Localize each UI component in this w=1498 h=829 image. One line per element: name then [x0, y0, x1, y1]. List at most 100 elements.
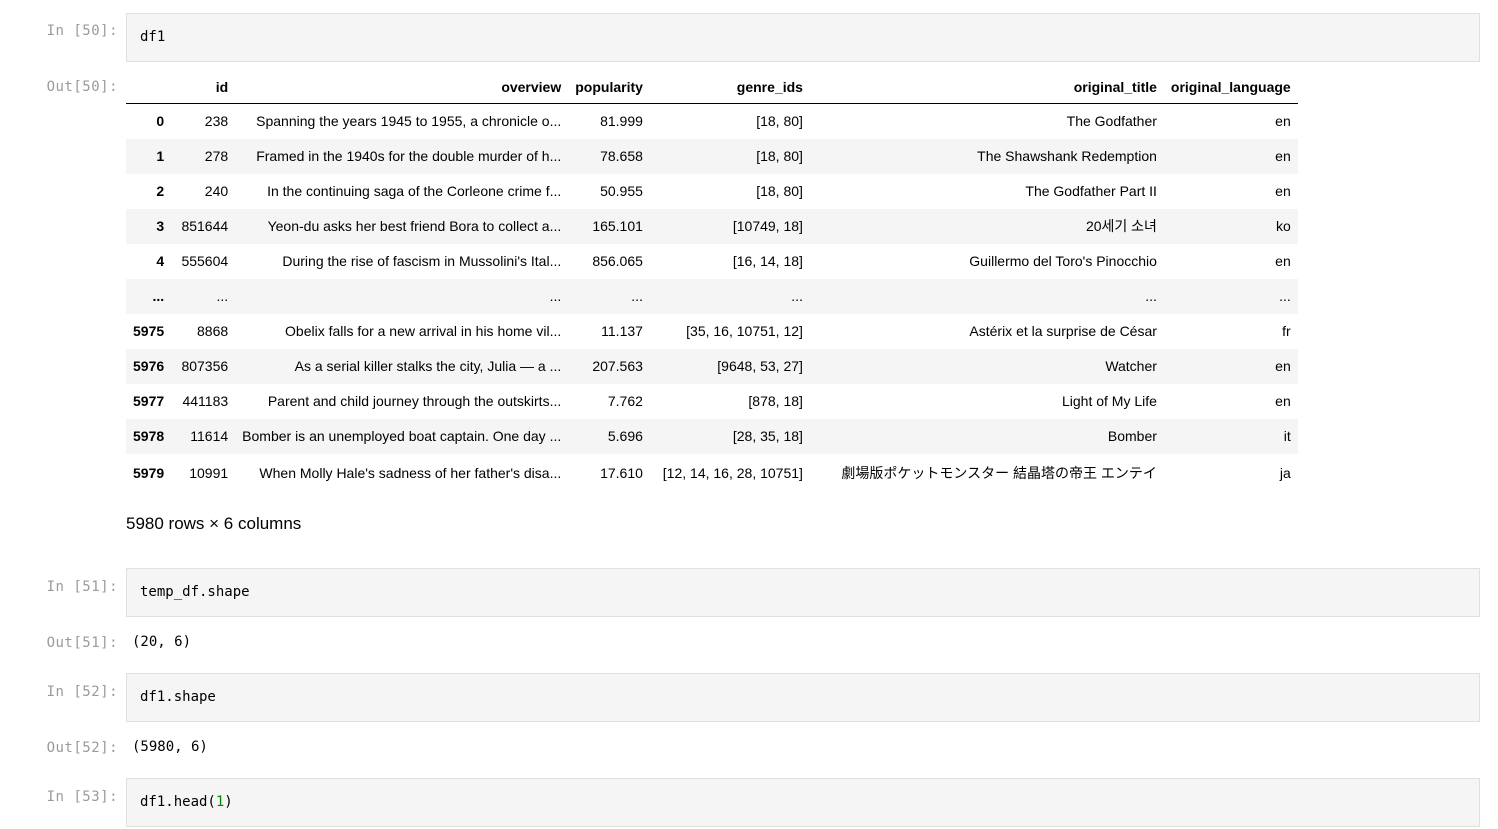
cell-popularity: 50.955	[600, 183, 643, 199]
cell-original-title: 20세기 소녀	[1085, 218, 1157, 234]
cell-overview: As a serial killer stalks the city, Juli…	[294, 358, 562, 374]
cell-overview: Spanning the years 1945 to 1955, a chron…	[256, 113, 562, 130]
header-row: id overview popularity genre_ids origina…	[126, 71, 1298, 104]
code-text: df1.head(1)	[140, 794, 233, 810]
cell-original-title: 劇場版ポケットモンスター 結晶塔の帝王 エンテイ	[841, 464, 1157, 481]
index-header	[126, 71, 172, 104]
code-cell-52[interactable]: df1.shape	[126, 673, 1480, 722]
cell-popularity: 207.563	[592, 358, 643, 374]
cell-overview: Obelix falls for a new arrival in his ho…	[285, 323, 562, 339]
cell-original-title: The Shawshank Redemption	[977, 148, 1157, 164]
cell-overview: ...	[549, 288, 562, 304]
row-index: 5977	[133, 393, 165, 409]
cell-genre-ids: [9648, 53, 27]	[717, 358, 803, 374]
cell-genre-ids: [35, 16, 10751, 12]	[686, 323, 803, 339]
cell-original-title: The Godfather	[1066, 113, 1157, 130]
cell-overview: Framed in the 1940s for the double murde…	[256, 148, 562, 164]
cell-original-language: fr	[1282, 323, 1291, 339]
cell-popularity: 17.610	[600, 464, 643, 481]
cell-popularity: 7.762	[607, 393, 643, 409]
row-index: 5975	[133, 323, 165, 339]
row-index: 4	[156, 253, 165, 269]
code-cell-50[interactable]: df1	[126, 13, 1480, 62]
cell-popularity: 11.137	[601, 323, 643, 339]
table-row: 0 238 Spanning the years 1945 to 1955, a…	[126, 104, 1298, 139]
column-header-original-title: original_title	[809, 71, 1164, 104]
cell-original-title: The Godfather Part II	[1025, 183, 1157, 199]
output-text-51: (20, 6)	[132, 634, 192, 650]
cell-id: 441183	[182, 393, 229, 409]
table-row: 1 278 Framed in the 1940s for the double…	[126, 138, 1298, 174]
cell-original-language: ja	[1279, 464, 1291, 481]
cell-original-title: Bomber	[1107, 428, 1157, 444]
cell-original-title: Light of My Life	[1061, 393, 1157, 409]
cell-id: 8868	[197, 323, 229, 339]
cell-genre-ids: [18, 80]	[756, 183, 803, 199]
cell-id: 240	[204, 183, 229, 199]
cell-genre-ids: [18, 80]	[756, 148, 803, 164]
cell-popularity: 5.696	[607, 428, 643, 444]
cell-genre-ids: ...	[791, 288, 803, 304]
row-index: 1	[156, 148, 165, 164]
cell-original-title: Watcher	[1105, 358, 1157, 374]
cell-id: 851644	[181, 218, 229, 234]
cell-original-language: en	[1275, 183, 1291, 199]
cell-genre-ids: [28, 35, 18]	[732, 428, 803, 444]
cell-original-language: en	[1275, 253, 1291, 269]
cell-id: 11614	[190, 428, 229, 444]
cell-popularity: 165.101	[592, 218, 643, 234]
cell-id: 278	[204, 148, 229, 164]
cell-popularity: ...	[631, 288, 643, 304]
cell-original-language: en	[1275, 148, 1291, 164]
code-text: df1	[140, 29, 166, 45]
cell-overview: Yeon-du asks her best friend Bora to col…	[267, 218, 562, 234]
cell-genre-ids: [10749, 18]	[732, 218, 803, 234]
cell-original-title: Guillermo del Toro's Pinocchio	[969, 253, 1157, 269]
input-prompt-51: In [51]:	[46, 579, 118, 595]
cell-original-language: en	[1275, 358, 1291, 374]
cell-id: 238	[204, 113, 229, 130]
cell-overview: In the continuing saga of the Corleone c…	[267, 183, 562, 199]
cell-overview: When Molly Hale's sadness of her father'…	[259, 464, 562, 481]
table-row: 4 555604 During the rise of fascism in M…	[126, 244, 1298, 279]
cell-popularity: 81.999	[600, 113, 643, 130]
cell-popularity: 78.658	[600, 148, 643, 164]
table-row-ellipsis: ... ... ... ... ... ... ...	[126, 278, 1298, 314]
output-prompt-51: Out[51]:	[46, 635, 118, 651]
cell-overview: Parent and child journey through the out…	[267, 393, 562, 409]
cell-original-language: ko	[1275, 218, 1291, 234]
cell-original-language: en	[1275, 113, 1291, 130]
cell-genre-ids: [16, 14, 18]	[732, 253, 803, 269]
code-text: temp_df.shape	[140, 584, 250, 600]
cell-original-title: Astérix et la surprise de César	[969, 323, 1157, 339]
code-cell-53[interactable]: df1.head(1)	[126, 778, 1480, 827]
input-prompt-53: In [53]:	[46, 789, 118, 805]
cell-genre-ids: [878, 18]	[748, 393, 803, 409]
table-row: 5978 11614 Bomber is an unemployed boat …	[126, 418, 1298, 454]
code-cell-51[interactable]: temp_df.shape	[126, 568, 1480, 617]
cell-original-language: en	[1275, 393, 1291, 409]
row-index: 2	[156, 183, 165, 199]
cell-id: 10991	[189, 464, 229, 481]
output-prompt-50: Out[50]:	[46, 79, 118, 95]
cell-original-title: ...	[1145, 288, 1157, 304]
cell-genre-ids: [18, 80]	[756, 113, 803, 130]
dataframe-table: id overview popularity genre_ids origina…	[126, 71, 1298, 492]
row-index: 0	[156, 113, 165, 130]
column-header-id: id	[171, 71, 236, 104]
cell-genre-ids: [12, 14, 16, 28, 10751]	[662, 464, 803, 481]
input-prompt-52: In [52]:	[46, 684, 118, 700]
cell-id: ...	[216, 288, 229, 304]
row-index: ...	[152, 288, 165, 304]
cell-overview: Bomber is an unemployed boat captain. On…	[242, 428, 562, 444]
table-row: 5977 441183 Parent and child journey thr…	[126, 384, 1298, 419]
table-row: 3 851644 Yeon-du asks her best friend Bo…	[126, 208, 1298, 244]
cell-id: 555604	[181, 253, 229, 269]
column-header-original-language: original_language	[1163, 71, 1298, 104]
row-index: 3	[156, 218, 165, 234]
cell-original-language: ...	[1279, 288, 1291, 304]
table-row: 2 240 In the continuing saga of the Corl…	[126, 174, 1298, 209]
input-prompt-50: In [50]:	[46, 23, 118, 39]
row-index: 5978	[133, 428, 165, 444]
table-row: 5976 807356 As a serial killer stalks th…	[126, 348, 1298, 384]
